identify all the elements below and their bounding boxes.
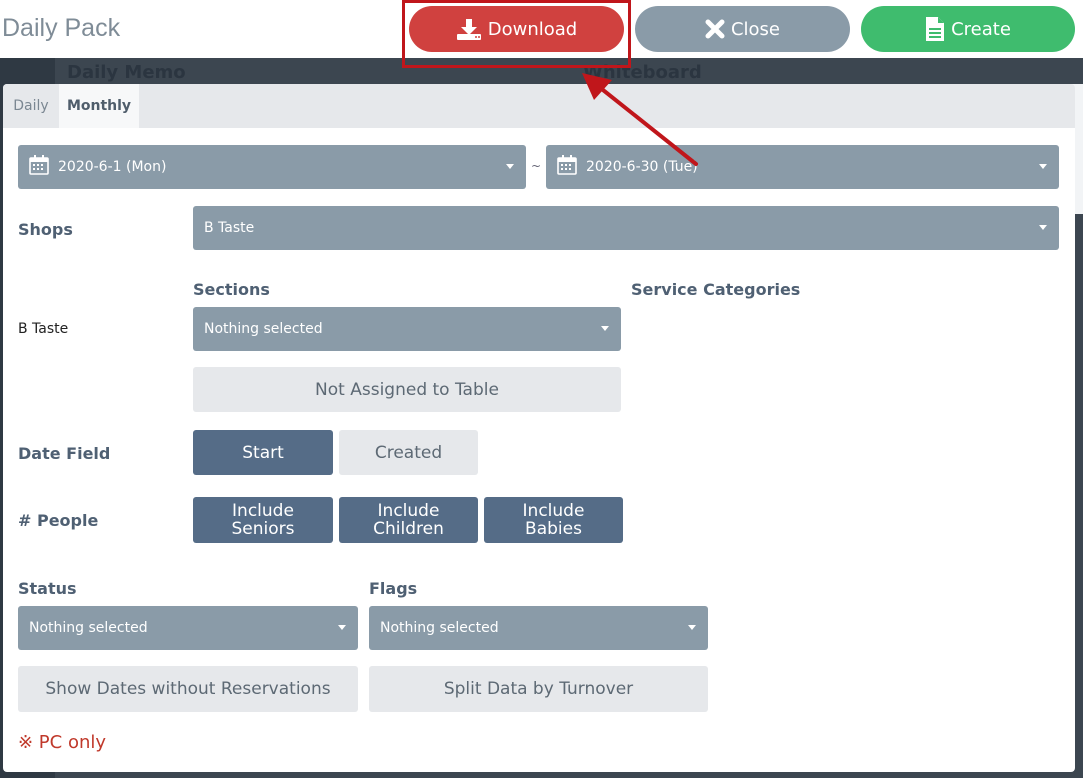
tab-bar: Daily Monthly (3, 84, 1075, 128)
sections-value: Nothing selected (204, 321, 323, 337)
include-children-line2: Children (373, 519, 444, 539)
chevron-down-icon (338, 625, 346, 630)
date-range-separator: ~ (531, 159, 542, 173)
close-label: Close (730, 18, 781, 40)
include-babies-line2: Babies (525, 519, 582, 539)
start-date-select[interactable]: 2020-6-1 (Mon) (18, 145, 526, 189)
include-babies-line1: Include (522, 501, 585, 521)
shops-select[interactable]: B Taste (193, 206, 1059, 250)
split-data-by-turnover-button[interactable]: Split Data by Turnover (369, 666, 708, 712)
close-icon (705, 19, 725, 39)
shops-value: B Taste (204, 220, 255, 236)
chevron-down-icon (601, 326, 609, 331)
chevron-down-icon (506, 164, 514, 169)
section-shop-name: B Taste (18, 321, 69, 337)
chevron-down-icon (1039, 164, 1047, 169)
not-assigned-to-table-button[interactable]: Not Assigned to Table (193, 367, 621, 412)
daily-memo-heading: Daily Memo (67, 62, 186, 83)
document-icon (925, 16, 945, 42)
download-modal: Daily Monthly 2020-6-1 (Mon) ~ 2020-6-30… (3, 84, 1075, 772)
service-categories-label: Service Categories (631, 280, 801, 299)
close-button[interactable]: Close (635, 6, 850, 52)
sections-label: Sections (193, 280, 270, 299)
tab-monthly[interactable]: Monthly (59, 84, 139, 128)
include-seniors-button[interactable]: Include Seniors (193, 497, 333, 543)
page-title: Daily Pack (2, 14, 121, 42)
date-field-label: Date Field (18, 444, 111, 463)
annotation-arrow (582, 73, 698, 166)
calendar-icon (29, 155, 49, 179)
flags-select[interactable]: Nothing selected (369, 606, 708, 650)
include-babies-button[interactable]: Include Babies (484, 497, 623, 543)
chevron-down-icon (688, 625, 696, 630)
status-select[interactable]: Nothing selected (18, 606, 358, 650)
start-date-value: 2020-6-1 (Mon) (58, 159, 167, 175)
flags-value: Nothing selected (380, 620, 499, 636)
include-seniors-line2: Seniors (231, 519, 295, 539)
include-seniors-line1: Include (232, 501, 294, 521)
create-button[interactable]: Create (861, 6, 1075, 52)
highlight-annotation (402, 0, 631, 68)
chevron-down-icon (1039, 225, 1047, 230)
include-children-line1: Include (377, 501, 440, 521)
tab-daily[interactable]: Daily (3, 84, 59, 128)
date-field-start-button[interactable]: Start (193, 430, 333, 475)
include-children-button[interactable]: Include Children (339, 497, 478, 543)
date-field-created-button[interactable]: Created (339, 430, 478, 475)
show-dates-without-reservations-button[interactable]: Show Dates without Reservations (18, 666, 358, 712)
status-label: Status (18, 579, 77, 598)
sections-select[interactable]: Nothing selected (193, 307, 621, 351)
pc-only-note: ※ PC only (18, 732, 107, 753)
status-value: Nothing selected (29, 620, 148, 636)
flags-label: Flags (369, 579, 418, 598)
shops-label: Shops (18, 220, 73, 239)
create-label: Create (951, 18, 1011, 40)
people-label: # People (18, 511, 99, 530)
